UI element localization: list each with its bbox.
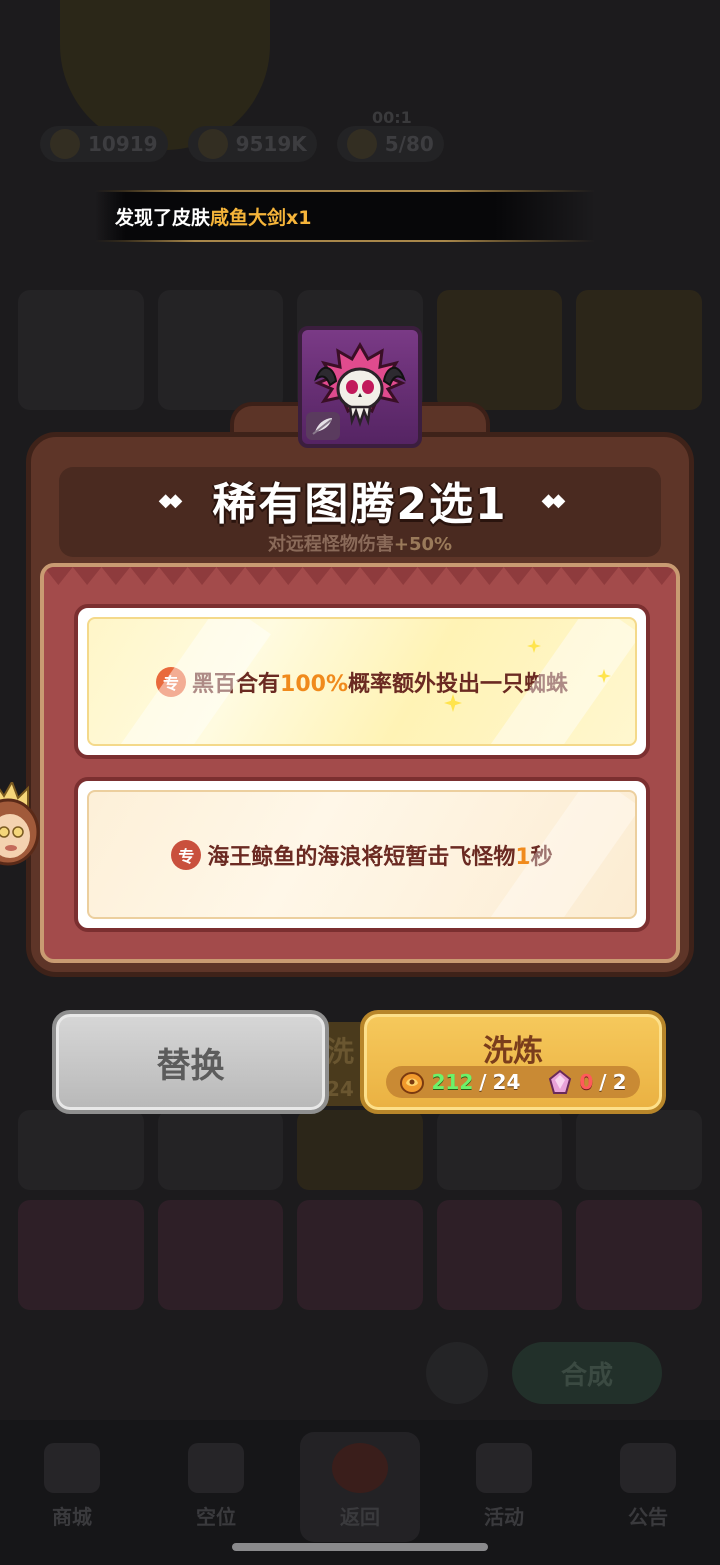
exclusive-badge: 专 xyxy=(171,839,202,870)
subtitle-value: +50% xyxy=(393,534,453,555)
banner-text: 发现了皮肤 xyxy=(115,206,211,229)
nav-label: 商城 xyxy=(52,1505,92,1529)
crystal-need: 2 xyxy=(612,1070,627,1094)
bg-tile xyxy=(436,290,563,410)
dialog-title: ◆◆ 稀有图腾2选1 ◆◆ xyxy=(0,468,720,532)
option-card-inner: 专 黑百合有100%概率额外投出一只蜘蛛 xyxy=(87,617,637,746)
home-indicator[interactable] xyxy=(232,1543,488,1551)
option-text-part: 海王鲸鱼的海浪将短暂击飞怪物 xyxy=(207,844,516,870)
gem-resource: 10919 xyxy=(40,126,168,162)
bg-tile xyxy=(18,290,144,410)
replace-button-label: 替换 xyxy=(156,1045,225,1086)
nav-event: 活动 xyxy=(444,1432,564,1542)
nav-label: 活动 xyxy=(484,1505,524,1529)
refine-cost-bar: 212/24 0/2 xyxy=(386,1066,640,1098)
nav-label: 返回 xyxy=(340,1505,380,1529)
stamina-count: 5/80 xyxy=(384,132,434,156)
nav-label: 公告 xyxy=(628,1505,668,1529)
replace-button[interactable]: 替换 xyxy=(52,1010,329,1114)
bg-tile xyxy=(576,1200,702,1310)
option-1-text: 黑百合有100%概率额外投出一只蜘蛛 xyxy=(192,666,568,698)
slot-icon xyxy=(188,1443,244,1493)
bow-icon xyxy=(312,418,332,435)
skin-found-banner: 发现了皮肤 咸鱼大剑x1 xyxy=(95,190,595,242)
title-diamond-left-icon: ◆◆ xyxy=(158,489,183,511)
refine-stone-need: 24 xyxy=(492,1070,521,1094)
bg-card-row xyxy=(0,1110,720,1190)
event-icon xyxy=(476,1443,532,1493)
totem-item xyxy=(298,326,422,448)
bg-merge-button: 合成 xyxy=(512,1342,662,1404)
option-card-2[interactable]: 专 海王鲸鱼的海浪将短暂击飞怪物1秒 xyxy=(74,777,650,932)
crystal-cost: 0/2 xyxy=(547,1069,627,1095)
nav-notice: 公告 xyxy=(588,1432,708,1542)
banner-item-name: 咸鱼大剑x1 xyxy=(210,206,312,229)
peek-label: 洗 xyxy=(326,1035,355,1068)
crystal-have: 0 xyxy=(579,1070,594,1094)
refine-stone-have: 212 xyxy=(431,1070,474,1094)
bg-help-button xyxy=(426,1342,488,1404)
peek-number: 24 xyxy=(326,1077,354,1101)
option-card-1[interactable]: 专 黑百合有100%概率额外投出一只蜘蛛 xyxy=(74,604,650,759)
shop-icon xyxy=(44,1443,100,1493)
sparkle-icon xyxy=(527,639,541,653)
crystal-icon xyxy=(549,1069,572,1094)
refine-button[interactable]: 洗炼 212/24 0/2 xyxy=(360,1010,666,1114)
zigzag-border xyxy=(44,567,676,585)
bg-tile xyxy=(18,1200,144,1310)
stamina-icon xyxy=(346,129,377,159)
bg-tile xyxy=(157,1110,284,1190)
bg-tile xyxy=(18,1110,144,1190)
totem-type-badge xyxy=(306,412,340,440)
stamina-resource: 5/80 xyxy=(336,126,444,162)
bg-tile xyxy=(436,1110,563,1190)
coin-count: 9519K xyxy=(235,132,307,156)
bg-tile xyxy=(157,1200,284,1310)
coin-resource: 9519K xyxy=(187,126,317,162)
close-icon xyxy=(332,1443,388,1493)
refine-stone-icon xyxy=(400,1072,425,1094)
bg-tile xyxy=(576,1110,702,1190)
bg-tile xyxy=(297,1110,423,1190)
option-card-inner: 专 海王鲸鱼的海浪将短暂击飞怪物1秒 xyxy=(87,790,637,919)
bg-tile xyxy=(297,1200,423,1310)
dialog-subtitle: 对远程怪物伤害+50% xyxy=(0,530,720,556)
options-area: 专 黑百合有100%概率额外投出一只蜘蛛 专 海王鲸鱼的海浪将短暂击飞怪物1秒 xyxy=(40,563,680,963)
resource-bar: 10919 9519K 5/80 xyxy=(40,126,444,162)
nav-shop: 商城 xyxy=(12,1432,132,1542)
bg-tile xyxy=(157,290,284,410)
nav-back: 返回 xyxy=(300,1432,420,1542)
cost-separator: / xyxy=(599,1070,607,1094)
bg-tile xyxy=(576,290,702,410)
nav-label: 空位 xyxy=(196,1505,236,1529)
character-avatar-icon xyxy=(0,782,40,866)
refine-stone-cost: 212/24 xyxy=(399,1069,520,1095)
notice-icon xyxy=(620,1443,676,1493)
cost-separator: / xyxy=(479,1070,487,1094)
title-text: 稀有图腾2选1 xyxy=(212,479,508,530)
nav-slot: 空位 xyxy=(156,1432,276,1542)
option-highlight: 100% xyxy=(280,671,348,697)
coin-icon xyxy=(197,129,228,159)
subtitle-text: 对远程怪物伤害 xyxy=(267,534,394,555)
bg-timer: 00:1 xyxy=(372,108,412,127)
bg-card-row xyxy=(0,1200,720,1310)
bg-tile xyxy=(436,1200,563,1310)
option-2-text: 海王鲸鱼的海浪将短暂击飞怪物1秒 xyxy=(207,839,552,871)
gem-count: 10919 xyxy=(88,132,158,156)
gem-icon xyxy=(50,129,80,159)
refine-button-label: 洗炼 xyxy=(483,1034,543,1069)
title-diamond-right-icon: ◆◆ xyxy=(541,489,566,511)
